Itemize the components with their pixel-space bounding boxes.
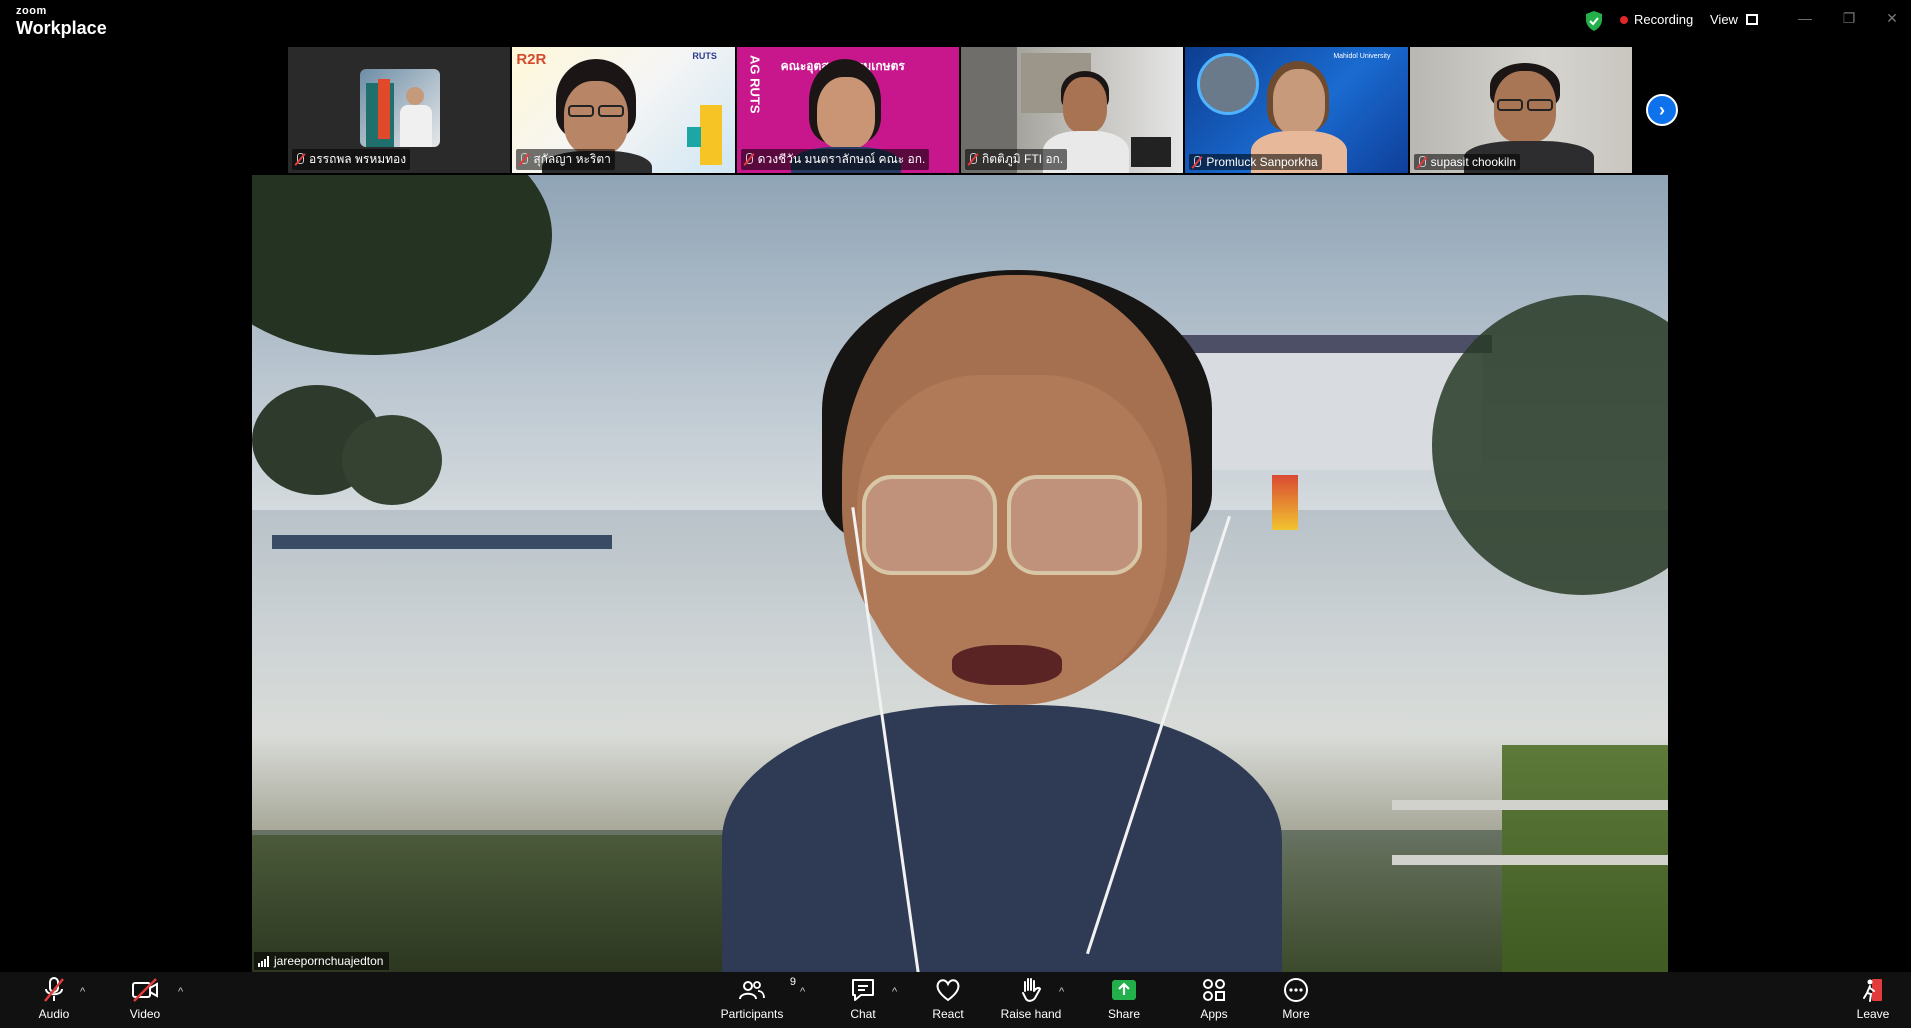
leave-icon	[1863, 979, 1882, 1002]
participant-name-label: Promluck Sanporkha	[1189, 154, 1322, 170]
raise-hand-button[interactable]: Raise hand	[1000, 976, 1062, 1021]
leave-button[interactable]: Leave	[1854, 976, 1892, 1021]
more-icon	[1284, 978, 1308, 1002]
participant-tile[interactable]: กิตติภูมิ FTI อก.	[960, 47, 1184, 173]
participant-name-label: ดวงชีวัน มนตราลักษณ์ คณะ อก.	[740, 149, 930, 170]
video-options-chevron-icon[interactable]: ^	[178, 986, 183, 998]
participant-tile[interactable]: AG RUTS คณะอุตสาหกรรมเกษตร ดวงชีวัน มนตร…	[736, 47, 959, 173]
title-bar: zoom Workplace Recording View — ❐ ✕	[0, 0, 1911, 44]
mahidol-logo: Mahidol University	[1333, 53, 1391, 60]
participant-tile[interactable]: Mahidol University Promluck Sanporkha	[1185, 47, 1408, 173]
chat-options-chevron-icon[interactable]: ^	[892, 986, 897, 998]
video-off-icon	[132, 978, 158, 1002]
participants-button[interactable]: 9 Participants	[718, 976, 796, 1021]
participant-name-label: supasit chookiln	[1413, 154, 1521, 170]
video-button[interactable]: Video	[124, 976, 166, 1021]
glasses-icon	[862, 475, 997, 575]
share-button[interactable]: Share	[1106, 976, 1142, 1021]
next-page-button[interactable]: ›	[1646, 94, 1678, 126]
hand-icon	[1022, 978, 1042, 1002]
meeting-toolbar: Audio ^ Video ^ 9 Participants ^ Chat ^	[0, 972, 1911, 1028]
view-label: View	[1710, 12, 1738, 27]
ruts-logo: RUTS	[692, 51, 717, 61]
mic-muted-icon	[1191, 155, 1202, 169]
heart-icon	[936, 979, 960, 1002]
participant-name-label: สุกัลญา หะริตา	[516, 149, 615, 170]
participant-strip: อรรถพล พรหมทอง R2R RUTS สุกัลญา หะริตา A…	[288, 47, 1632, 173]
raise-hand-options-chevron-icon[interactable]: ^	[1059, 986, 1064, 998]
participant-tile[interactable]: supasit chookiln	[1409, 47, 1632, 173]
main-speaker-video[interactable]: jareepornchuajedton	[252, 175, 1668, 972]
encryption-shield-icon[interactable]	[1585, 11, 1603, 31]
brand-small: zoom	[16, 5, 47, 17]
recording-dot-icon	[1620, 15, 1628, 24]
grid-view-icon	[1745, 14, 1758, 25]
zoom-logo: zoom Workplace	[16, 5, 107, 38]
chat-button[interactable]: Chat	[846, 976, 880, 1021]
speaker-shirt	[722, 705, 1282, 972]
share-screen-icon	[1112, 980, 1136, 1000]
audio-options-chevron-icon[interactable]: ^	[80, 986, 85, 998]
apps-icon	[1203, 979, 1225, 1001]
minimize-icon[interactable]: —	[1794, 10, 1816, 30]
signal-strength-icon	[258, 955, 269, 967]
audio-button[interactable]: Audio	[34, 976, 74, 1021]
recording-indicator[interactable]: Recording	[1620, 12, 1693, 27]
view-button[interactable]: View	[1710, 12, 1758, 27]
participants-icon	[739, 981, 765, 1000]
mic-muted-icon	[1416, 155, 1427, 169]
react-button[interactable]: React	[930, 976, 966, 1021]
participant-name-label: กิตติภูมิ FTI อก.	[964, 149, 1068, 170]
mic-muted-icon	[518, 153, 529, 166]
participant-tile[interactable]: อรรถพล พรหมทอง	[288, 47, 511, 173]
mic-muted-icon	[294, 153, 305, 166]
more-button[interactable]: More	[1278, 976, 1314, 1021]
participants-options-chevron-icon[interactable]: ^	[800, 986, 805, 998]
participants-count: 9	[789, 976, 796, 988]
chat-icon	[852, 979, 874, 1001]
chevron-right-icon: ›	[1659, 99, 1665, 120]
brand-name: Workplace	[16, 18, 107, 38]
participant-tile[interactable]: R2R RUTS สุกัลญา หะริตา	[512, 47, 735, 173]
mic-muted-icon	[44, 977, 64, 1002]
recording-label: Recording	[1634, 12, 1694, 27]
restore-icon[interactable]: ❐	[1838, 10, 1860, 30]
mic-muted-icon	[967, 153, 978, 166]
participant-name-label: อรรถพล พรหมทอง	[292, 149, 411, 170]
speaker-name-label: jareepornchuajedton	[254, 952, 390, 970]
close-icon[interactable]: ✕	[1881, 10, 1903, 30]
apps-button[interactable]: Apps	[1196, 976, 1232, 1021]
mic-muted-icon	[743, 153, 754, 166]
r2r-logo: R2R	[516, 51, 547, 68]
avatar	[360, 69, 440, 147]
